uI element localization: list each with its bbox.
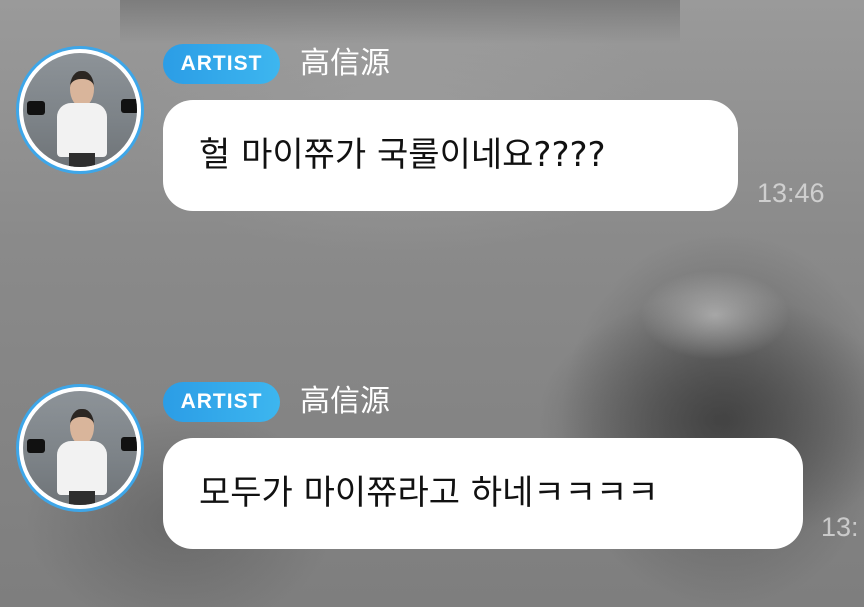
sender-name: 高信源 (300, 46, 390, 81)
avatar-sticker-right (121, 437, 137, 451)
artist-avatar[interactable] (16, 46, 144, 174)
avatar-figure-head (70, 409, 94, 445)
avatar-photo (23, 53, 137, 167)
sender-name: 高信源 (300, 384, 390, 419)
avatar-figure-body (57, 103, 107, 157)
avatar-figure-legs (69, 153, 95, 167)
artist-badge: ARTIST (163, 44, 280, 84)
message-timestamp: 13: (821, 512, 859, 542)
avatar-photo (23, 391, 137, 505)
artist-badge: ARTIST (163, 382, 280, 422)
avatar-figure-legs (69, 491, 95, 505)
avatar-sticker-right (121, 99, 137, 113)
background-shadow (120, 0, 680, 44)
avatar-figure-head (70, 71, 94, 107)
avatar-sticker-left (27, 439, 45, 453)
artist-avatar[interactable] (16, 384, 144, 512)
avatar-sticker-left (27, 101, 45, 115)
message-bubble[interactable]: 모두가 마이쮸라고 하네ㅋㅋㅋㅋ (163, 438, 803, 549)
background-light-area (640, 270, 790, 360)
message-timestamp: 13:46 (757, 178, 825, 208)
avatar-figure-body (57, 441, 107, 495)
message-bubble[interactable]: 헐 마이쮸가 국룰이네요???? (163, 100, 738, 211)
